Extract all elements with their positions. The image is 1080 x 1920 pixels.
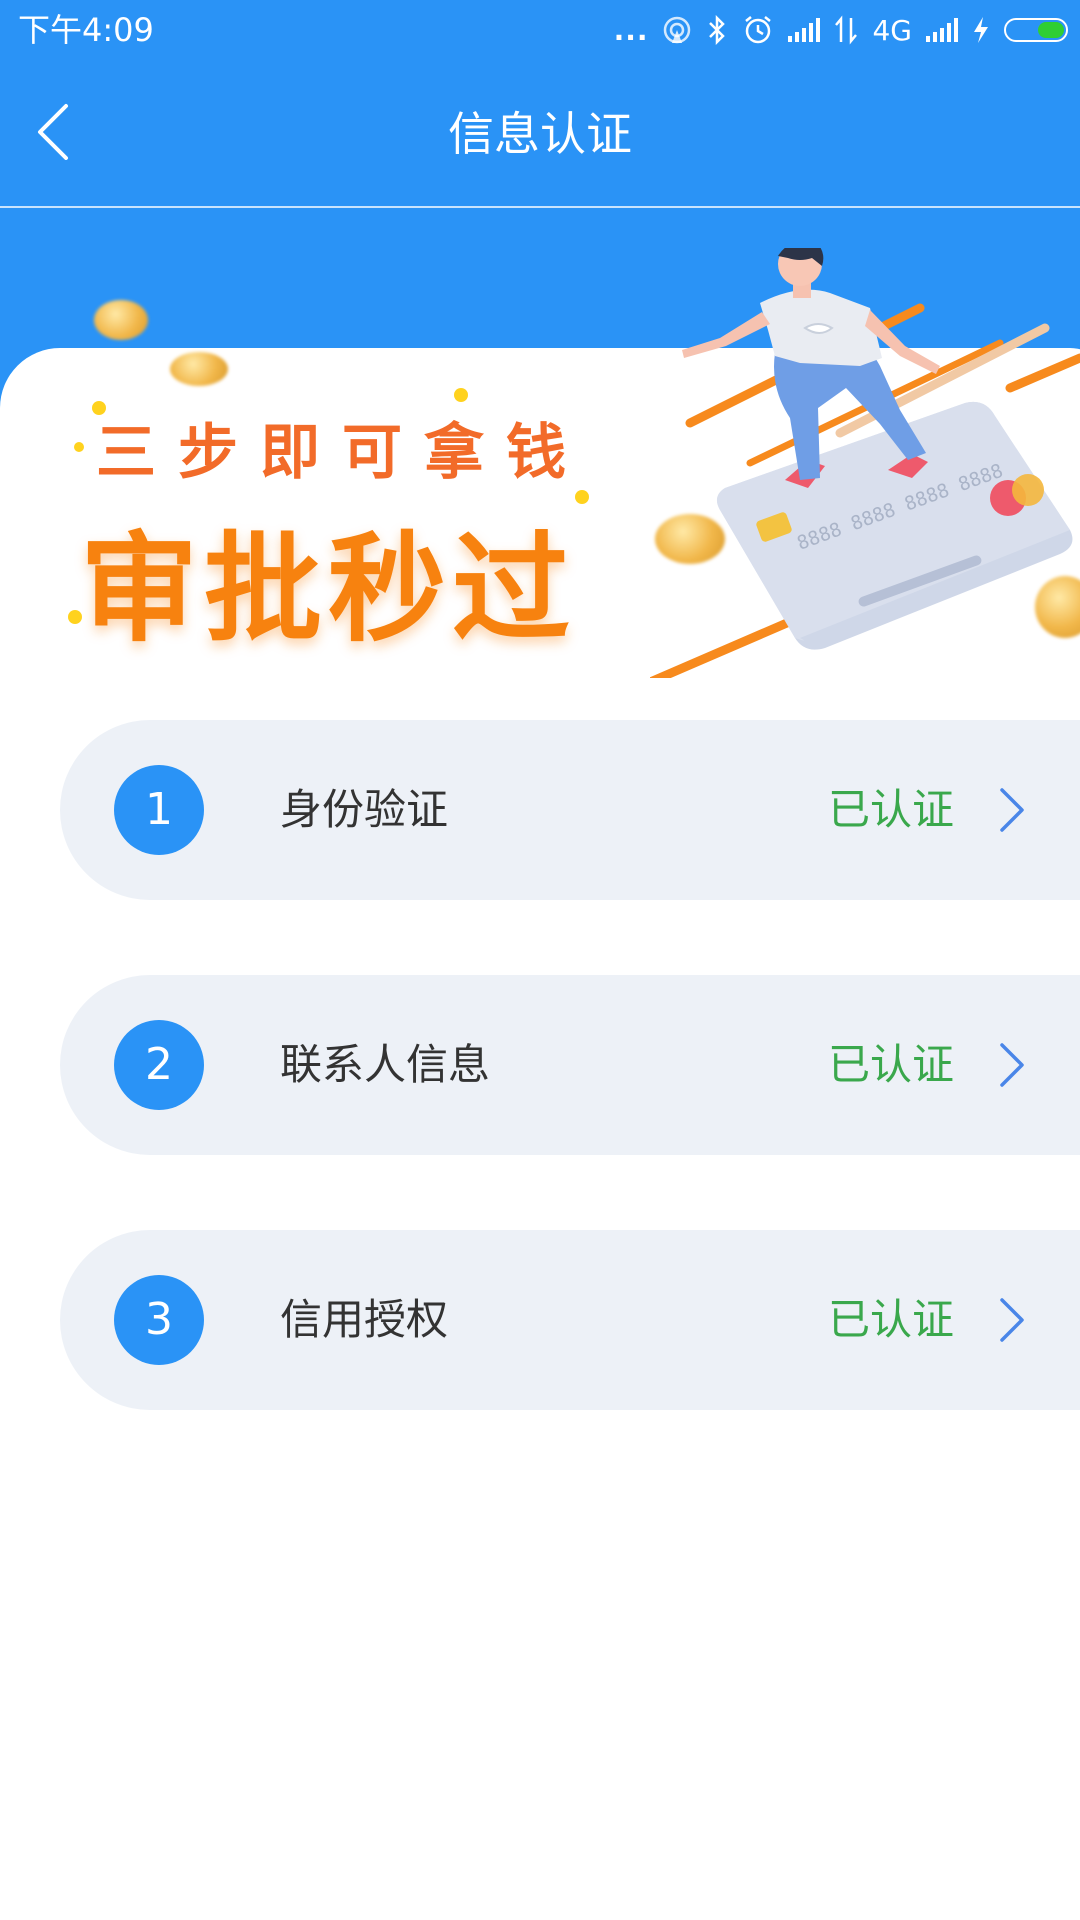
banner-headline: 审批秒过 — [80, 520, 577, 658]
step-status: 已认证 — [828, 1295, 955, 1344]
sparkle-dot — [74, 442, 84, 452]
status-icons: ... 4G — [614, 10, 1068, 50]
coin-icon — [94, 300, 148, 340]
step-credit-authorization[interactable]: 3 信用授权 已认证 — [60, 1230, 1080, 1410]
bluetooth-icon — [709, 15, 726, 45]
chevron-right-icon — [1000, 788, 1024, 832]
step-contact-info[interactable]: 2 联系人信息 已认证 — [60, 975, 1080, 1155]
step-number: 2 — [114, 1020, 204, 1110]
battery-icon — [1004, 18, 1068, 42]
chevron-right-icon — [1000, 1298, 1024, 1342]
sparkle-dot — [575, 490, 589, 504]
promo-banner: 三步即可拿钱 审批秒过 8888 8888 8888 8888 — [0, 208, 1080, 678]
navigation-bar: 信息认证 — [0, 60, 1080, 208]
hotspot-icon — [664, 16, 691, 44]
sparkle-dot — [454, 388, 468, 402]
credit-card-surfer-illustration: 8888 8888 8888 8888 — [650, 248, 1080, 678]
banner-slogan: 三步即可拿钱 — [96, 418, 588, 488]
step-number: 3 — [114, 1275, 204, 1365]
step-status: 已认证 — [828, 785, 955, 834]
signal-strength-icon — [926, 18, 958, 42]
status-time: 下午4:09 — [18, 11, 154, 49]
data-transfer-icon — [835, 15, 858, 45]
charging-icon — [974, 17, 988, 43]
step-identity-verification[interactable]: 1 身份验证 已认证 — [60, 720, 1080, 900]
status-bar: 下午4:09 ... 4G — [0, 0, 1080, 60]
alarm-icon — [745, 16, 772, 44]
network-type: 4G — [872, 13, 912, 47]
step-number: 1 — [114, 765, 204, 855]
coin-icon — [170, 352, 228, 386]
step-label: 联系人信息 — [280, 1040, 491, 1089]
page-title: 信息认证 — [448, 107, 632, 161]
more-dots-icon: ... — [613, 13, 649, 47]
step-status: 已认证 — [828, 1040, 955, 1089]
chevron-right-icon — [1000, 1043, 1024, 1087]
signal-strength-icon — [788, 18, 821, 42]
step-label: 身份验证 — [280, 785, 449, 834]
step-label: 信用授权 — [280, 1295, 449, 1344]
